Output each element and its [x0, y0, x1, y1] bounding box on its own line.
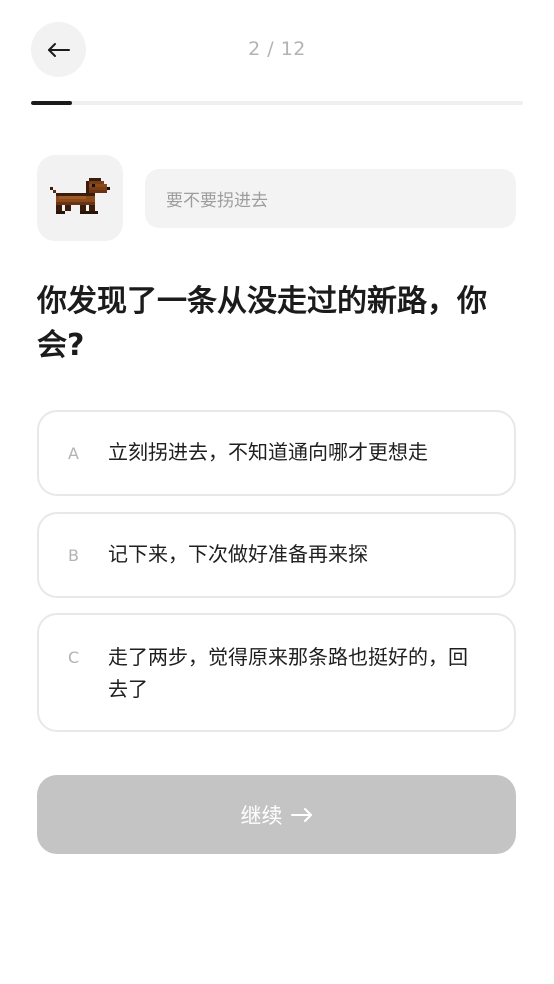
- option-a[interactable]: A 立刻拐进去，不知道通向哪才更想走: [37, 410, 516, 496]
- arrow-right-icon: [290, 803, 313, 827]
- progress-counter: 2 / 12: [248, 38, 306, 60]
- avatar: [37, 155, 123, 241]
- progress-bar-fill: [31, 101, 72, 105]
- option-label: 立刻拐进去，不知道通向哪才更想走: [108, 440, 428, 464]
- progress-bar: [31, 101, 523, 105]
- pixel-dachshund-icon: [50, 175, 110, 221]
- option-key: C: [68, 648, 80, 667]
- question-title: 你发现了一条从没走过的新路，你会?: [37, 284, 487, 363]
- speech-text: 要不要拐进去: [166, 191, 268, 211]
- continue-label: 继续: [240, 803, 283, 828]
- option-label: 走了两步，觉得原来那条路也挺好的，回去了: [108, 645, 468, 701]
- option-label: 记下来，下次做好准备再来探: [108, 542, 368, 566]
- option-b[interactable]: B 记下来，下次做好准备再来探: [37, 512, 516, 598]
- speech-bubble: 要不要拐进去: [145, 169, 516, 228]
- continue-button[interactable]: 继续: [37, 775, 516, 854]
- option-c[interactable]: C 走了两步，觉得原来那条路也挺好的，回去了: [37, 613, 516, 732]
- option-key: A: [68, 444, 79, 463]
- option-key: B: [68, 546, 79, 565]
